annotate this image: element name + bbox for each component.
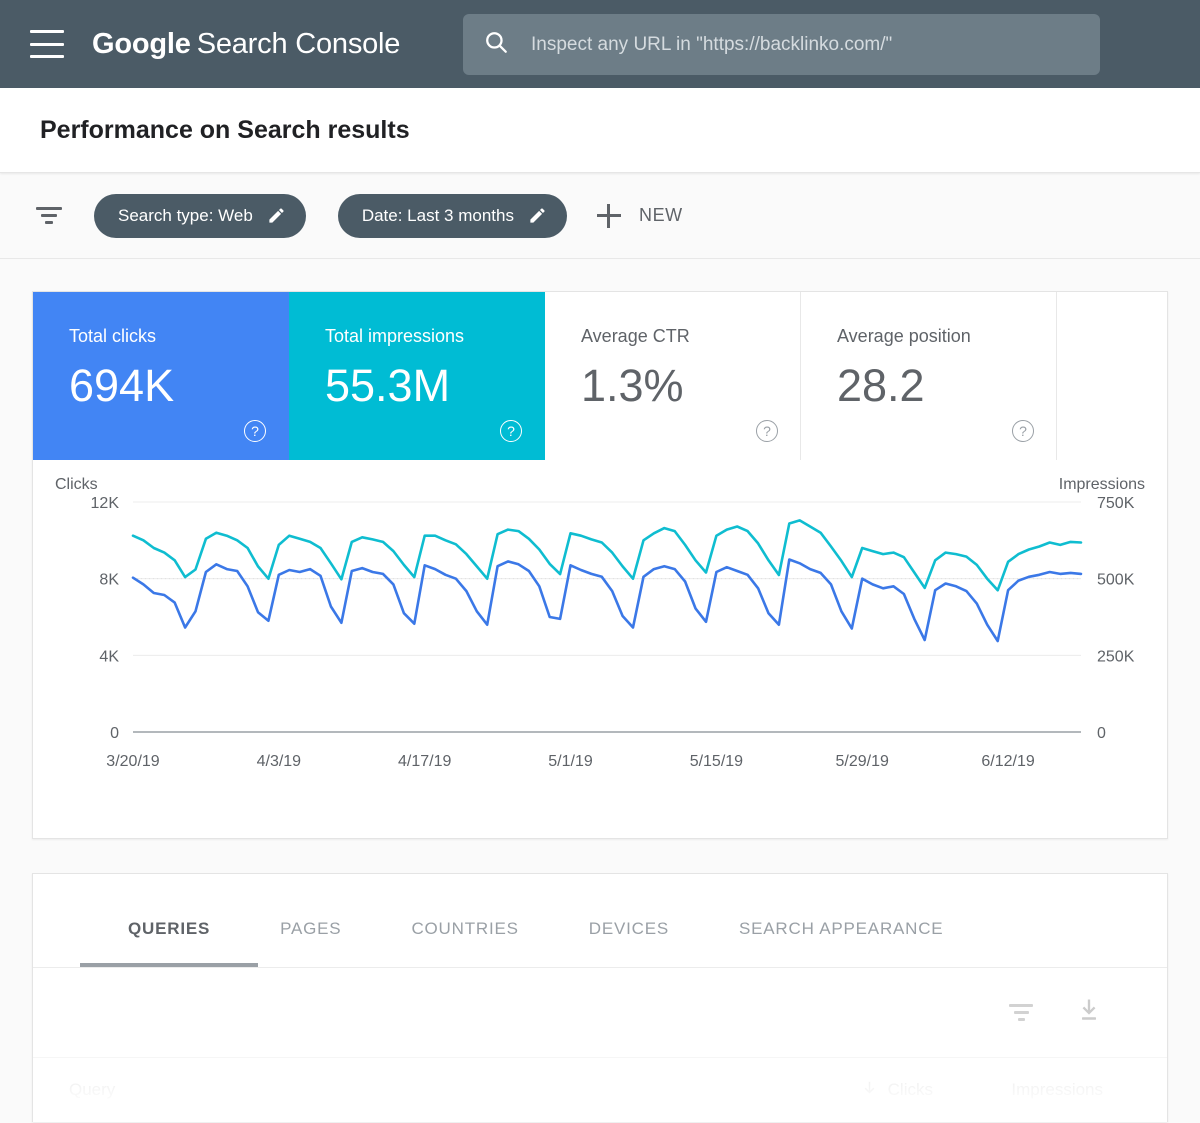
app-header: GoogleSearch Console	[0, 0, 1200, 88]
metric-value-total-clicks: 694K	[69, 363, 288, 408]
hamburger-bar	[30, 43, 64, 46]
download-icon[interactable]	[1075, 996, 1103, 1029]
url-inspection-search-box[interactable]	[463, 14, 1100, 75]
chart-y-tick-label: 4K	[99, 648, 119, 665]
chart-y-tick-label: 12K	[91, 495, 120, 512]
tab-countries[interactable]: COUNTRIES	[411, 919, 518, 967]
hamburger-menu-icon[interactable]	[30, 30, 64, 58]
tab-queries[interactable]: QUERIES	[128, 919, 210, 967]
chart-y2-tick-label: 500K	[1097, 572, 1135, 589]
tab-label: QUERIES	[128, 919, 210, 938]
dimension-table-card: QUERIES PAGES COUNTRIES DEVICES SEARCH APPEA…	[32, 873, 1168, 1122]
performance-card: Total clicks 694K ? Total impressions 55…	[32, 291, 1168, 839]
metric-tile-total-clicks[interactable]: Total clicks 694K ?	[33, 292, 289, 460]
column-header-impressions[interactable]: Impressions	[933, 1080, 1103, 1100]
chart-canvas[interactable]: 0 4K 8K 12K 0 250K 500K 750K 3/20/19 4/3/19 4/17/1…	[33, 460, 1167, 838]
help-icon[interactable]: ?	[756, 420, 778, 442]
chart-x-tick-label: 4/3/19	[257, 753, 302, 770]
page-title: Performance on Search results	[40, 116, 410, 145]
filter-chip-date[interactable]: Date: Last 3 months	[338, 194, 567, 238]
metric-label-total-impressions: Total impressions	[325, 326, 544, 347]
filter-chip-search-type-label: Search type: Web	[118, 206, 253, 226]
brand-search-console: Search Console	[197, 28, 401, 60]
add-new-filter-button[interactable]: NEW	[597, 204, 683, 228]
pencil-icon[interactable]	[267, 206, 286, 225]
chart-y2-tick-label: 0	[1097, 725, 1106, 742]
main-content: Total clicks 694K ? Total impressions 55…	[0, 259, 1200, 1122]
chart-x-tick-label: 5/29/19	[836, 753, 889, 770]
chart-x-tick-label: 5/15/19	[690, 753, 743, 770]
filter-bar-line	[41, 214, 57, 217]
filter-bar-line	[1014, 1011, 1029, 1014]
table-header-row: Query Clicks Impressions	[33, 1058, 1167, 1122]
chart-y2-tick-label: 250K	[1097, 648, 1135, 665]
tab-label: SEARCH APPEARANCE	[739, 919, 943, 938]
metric-label-average-position: Average position	[837, 326, 1056, 347]
chart-x-tick-label: 5/1/19	[548, 753, 593, 770]
filter-icon[interactable]	[36, 207, 62, 224]
filter-bar: Search type: Web Date: Last 3 months NEW	[0, 173, 1200, 259]
column-header-query[interactable]: Query	[69, 1080, 783, 1100]
tab-label: PAGES	[280, 919, 341, 938]
metric-value-average-ctr: 1.3%	[581, 363, 800, 408]
chart-x-tick-label: 3/20/19	[106, 753, 159, 770]
chart-x-tick-label: 6/12/19	[981, 753, 1034, 770]
sort-descending-arrow-icon	[861, 1079, 878, 1101]
column-header-clicks[interactable]: Clicks	[783, 1079, 933, 1101]
metric-value-total-impressions: 55.3M	[325, 363, 544, 408]
metric-tile-average-ctr[interactable]: Average CTR 1.3% ?	[545, 292, 801, 460]
filter-chip-search-type[interactable]: Search type: Web	[94, 194, 306, 238]
metric-label-total-clicks: Total clicks	[69, 326, 288, 347]
tab-pages[interactable]: PAGES	[280, 919, 341, 967]
brand-logo[interactable]: GoogleSearch Console	[92, 28, 400, 61]
plus-icon	[597, 204, 621, 228]
chart-y-tick-label: 0	[110, 725, 119, 742]
tab-label: DEVICES	[589, 919, 669, 938]
table-filter-icon[interactable]	[1009, 1004, 1033, 1021]
chart-x-tick-label: 4/17/19	[398, 753, 451, 770]
metric-tile-total-impressions[interactable]: Total impressions 55.3M ?	[289, 292, 545, 460]
chart-series-clicks	[133, 560, 1081, 642]
add-new-filter-label: NEW	[639, 205, 683, 226]
pencil-icon[interactable]	[528, 206, 547, 225]
tab-label: COUNTRIES	[411, 919, 518, 938]
chart-y-tick-label: 8K	[99, 572, 119, 589]
metric-value-average-position: 28.2	[837, 363, 1056, 408]
hamburger-bar	[30, 55, 64, 58]
help-icon[interactable]: ?	[244, 420, 266, 442]
column-header-clicks-label: Clicks	[888, 1080, 933, 1100]
tab-search-appearance[interactable]: SEARCH APPEARANCE	[739, 919, 943, 967]
filter-chip-date-label: Date: Last 3 months	[362, 206, 514, 226]
help-icon[interactable]: ?	[1012, 420, 1034, 442]
chart-right-axis-title: Impressions	[1059, 476, 1145, 494]
metric-label-average-ctr: Average CTR	[581, 326, 800, 347]
metric-tile-empty-slot	[1057, 292, 1167, 460]
hamburger-bar	[30, 30, 64, 33]
table-toolbar	[33, 968, 1167, 1058]
tab-devices[interactable]: DEVICES	[589, 919, 669, 967]
brand-google: Google	[92, 28, 191, 60]
search-icon	[483, 29, 509, 60]
performance-chart: Clicks Impressions 0 4K 8K 12K 0 250K 500K 750K…	[33, 460, 1167, 838]
help-icon[interactable]: ?	[500, 420, 522, 442]
page-title-bar: Performance on Search results	[0, 88, 1200, 173]
metric-tiles: Total clicks 694K ? Total impressions 55…	[33, 292, 1167, 460]
chart-left-axis-title: Clicks	[55, 476, 98, 494]
filter-bar-line	[1018, 1018, 1025, 1021]
metric-tile-average-position[interactable]: Average position 28.2 ?	[801, 292, 1057, 460]
chart-y2-tick-label: 750K	[1097, 495, 1135, 512]
filter-bar-line	[36, 207, 62, 210]
filter-bar-line	[1009, 1004, 1033, 1007]
dimension-tabs: QUERIES PAGES COUNTRIES DEVICES SEARCH APPEA…	[33, 874, 1167, 968]
filter-bar-line	[45, 221, 53, 224]
search-input[interactable]	[531, 34, 1080, 56]
chart-series-impressions	[133, 520, 1081, 590]
